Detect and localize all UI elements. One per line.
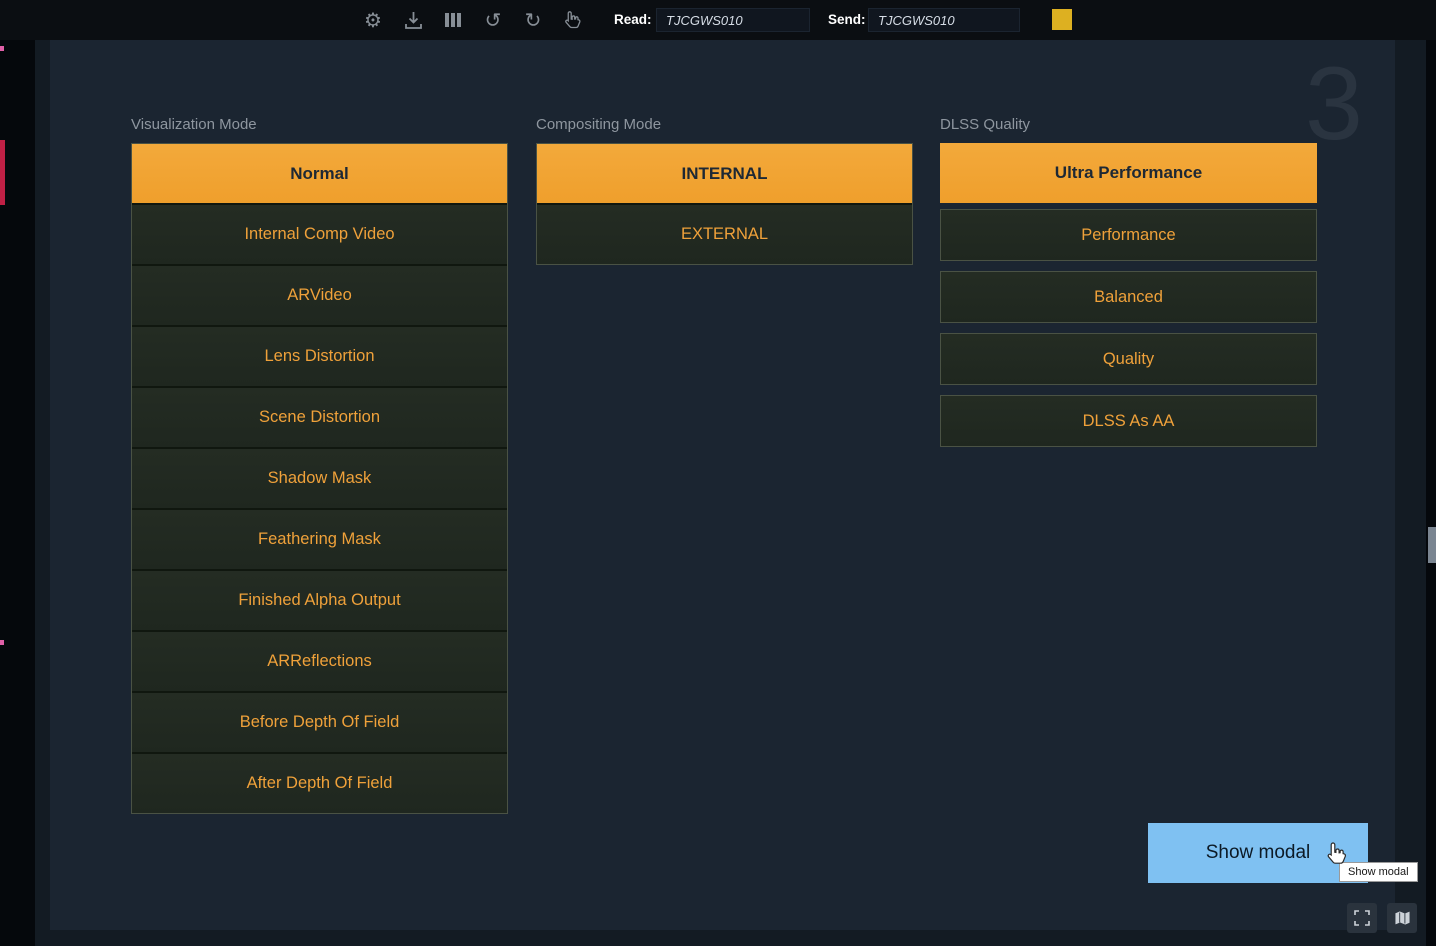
sync-icon[interactable]: ↻: [520, 0, 546, 40]
option-finished-alpha-output[interactable]: Finished Alpha Output: [132, 571, 507, 630]
option-feathering-mask[interactable]: Feathering Mask: [132, 510, 507, 569]
compositing-mode-options: INTERNALEXTERNAL: [536, 143, 913, 265]
option-ultra-performance[interactable]: Ultra Performance: [940, 143, 1317, 203]
visualization-mode-options: NormalInternal Comp VideoARVideoLens Dis…: [131, 143, 508, 814]
read-label: Read:: [614, 0, 652, 40]
visualization-mode-column: Visualization Mode NormalInternal Comp V…: [131, 116, 508, 814]
compositing-mode-label: Compositing Mode: [536, 116, 913, 133]
dlss-quality-column: DLSS Quality Ultra Performance Performanc…: [940, 116, 1317, 457]
option-before-depth-of-field[interactable]: Before Depth Of Field: [132, 693, 507, 752]
left-edge-artifact-pink: [0, 46, 4, 51]
show-modal-tooltip: Show modal: [1339, 862, 1418, 882]
history-icon[interactable]: ↺: [480, 0, 506, 40]
option-lens-distortion[interactable]: Lens Distortion: [132, 327, 507, 386]
option-dlss-as-aa[interactable]: DLSS As AA: [940, 395, 1317, 447]
option-balanced[interactable]: Balanced: [940, 271, 1317, 323]
option-internal-comp-video[interactable]: Internal Comp Video: [132, 205, 507, 264]
option-arreflections[interactable]: ARReflections: [132, 632, 507, 691]
toolbar-icons: ⚙ ↺ ↻: [360, 0, 586, 40]
option-arvideo[interactable]: ARVideo: [132, 266, 507, 325]
option-normal[interactable]: Normal: [132, 144, 507, 203]
columns-icon[interactable]: [440, 0, 466, 40]
right-edge-artifact: [1428, 527, 1436, 563]
dlss-quality-label: DLSS Quality: [940, 116, 1317, 133]
option-performance[interactable]: Performance: [940, 209, 1317, 261]
download-icon[interactable]: [400, 0, 426, 40]
compositing-mode-column: Compositing Mode INTERNALEXTERNAL: [536, 116, 913, 265]
left-edge-artifact-pink: [0, 640, 4, 645]
option-quality[interactable]: Quality: [940, 333, 1317, 385]
fullscreen-button[interactable]: [1347, 903, 1377, 933]
send-input[interactable]: [868, 8, 1020, 32]
option-internal[interactable]: INTERNAL: [537, 144, 912, 203]
visualization-mode-label: Visualization Mode: [131, 116, 508, 133]
map-button[interactable]: [1387, 903, 1417, 933]
option-external[interactable]: EXTERNAL: [537, 205, 912, 264]
left-edge-artifact-red: [0, 140, 5, 205]
settings-icon[interactable]: ⚙: [360, 0, 386, 40]
option-scene-distortion[interactable]: Scene Distortion: [132, 388, 507, 447]
toolbar: ⚙ ↺ ↻ Read: Send:: [0, 0, 1436, 40]
read-input[interactable]: [656, 8, 810, 32]
dlss-quality-options: Ultra Performance Performance Balanced Qual…: [940, 143, 1317, 447]
status-indicator-square: [1052, 9, 1072, 30]
option-shadow-mask[interactable]: Shadow Mask: [132, 449, 507, 508]
show-modal-button[interactable]: Show modal: [1148, 823, 1368, 883]
option-after-depth-of-field[interactable]: After Depth Of Field: [132, 754, 507, 813]
send-label: Send:: [828, 0, 866, 40]
pan-hand-icon[interactable]: [560, 0, 586, 40]
